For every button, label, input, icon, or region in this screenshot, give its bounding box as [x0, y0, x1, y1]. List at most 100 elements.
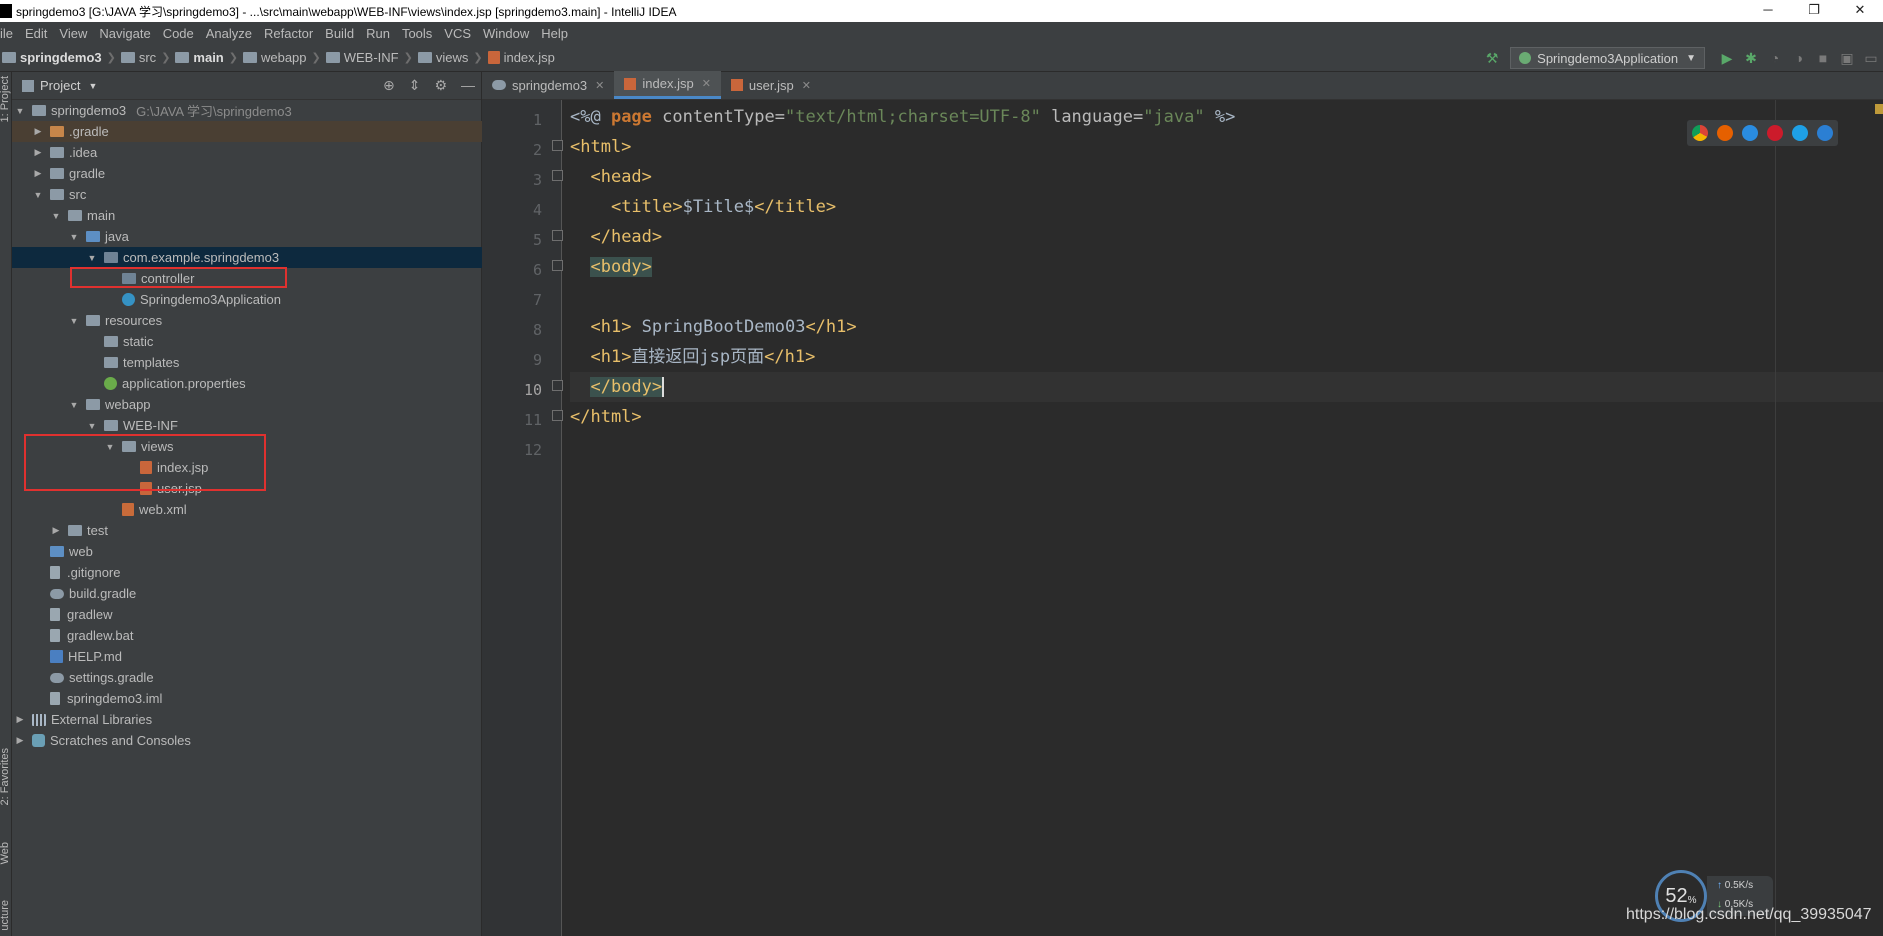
- menu-window[interactable]: Window: [477, 26, 535, 41]
- breadcrumb-index-jsp[interactable]: index.jsp: [504, 50, 555, 65]
- breadcrumb-main[interactable]: main: [193, 50, 223, 65]
- tree-item-resources[interactable]: ▼ resources: [12, 310, 482, 331]
- presentation-mode-icon[interactable]: ▭: [1859, 47, 1883, 69]
- tree-item-static[interactable]: static: [12, 331, 482, 352]
- breadcrumb-views[interactable]: views: [436, 50, 469, 65]
- chrome-icon[interactable]: [1692, 125, 1708, 141]
- collapse-all-icon[interactable]: ⇕: [409, 77, 421, 94]
- stop-icon[interactable]: ■: [1811, 47, 1835, 69]
- warning-stripe-marker[interactable]: [1875, 104, 1883, 114]
- fold-marker-icon[interactable]: [552, 140, 563, 151]
- firefox-icon[interactable]: [1717, 125, 1733, 141]
- fold-marker-icon[interactable]: [552, 170, 563, 181]
- tree-item-src[interactable]: ▼ src: [12, 184, 482, 205]
- fold-marker-icon[interactable]: [552, 410, 563, 421]
- menu-run[interactable]: Run: [360, 26, 396, 41]
- collapsed-arrow-icon[interactable]: ▶: [32, 126, 44, 137]
- fold-marker-icon[interactable]: [552, 380, 563, 391]
- hide-panel-icon[interactable]: —: [461, 77, 475, 94]
- menu-code[interactable]: Code: [157, 26, 200, 41]
- safari-icon[interactable]: [1742, 125, 1758, 141]
- menu-refactor[interactable]: Refactor: [258, 26, 319, 41]
- project-tool-tab[interactable]: 1: Project: [0, 76, 11, 122]
- expand-arrow-icon[interactable]: ▼: [32, 190, 44, 200]
- menu-vcs[interactable]: VCS: [438, 26, 477, 41]
- tree-item-main[interactable]: ▼ main: [12, 205, 482, 226]
- tree-item-build-gradle[interactable]: build.gradle: [12, 583, 482, 604]
- project-panel-title[interactable]: Project: [40, 78, 80, 93]
- close-icon[interactable]: ✕: [802, 79, 811, 92]
- menu-tools[interactable]: Tools: [396, 26, 438, 41]
- expand-arrow-icon[interactable]: ▼: [68, 400, 80, 410]
- tree-item-test[interactable]: ▶ test: [12, 520, 482, 541]
- tree-item-web-xml[interactable]: web.xml: [12, 499, 482, 520]
- minimize-button[interactable]: ─: [1745, 0, 1791, 22]
- tree-item-gitignore[interactable]: .gitignore: [12, 562, 482, 583]
- menu-analyze[interactable]: Analyze: [200, 26, 258, 41]
- expand-arrow-icon[interactable]: ▼: [68, 316, 80, 326]
- menu-build[interactable]: Build: [319, 26, 360, 41]
- tree-item-java[interactable]: ▼ java: [12, 226, 482, 247]
- profile-icon[interactable]: ◑: [1787, 47, 1811, 69]
- tab-index-jsp[interactable]: index.jsp ✕: [614, 71, 721, 99]
- collapsed-arrow-icon[interactable]: ▶: [32, 147, 44, 158]
- expand-arrow-icon[interactable]: ▼: [68, 232, 80, 242]
- expand-arrow-icon[interactable]: ▼: [86, 421, 98, 431]
- structure-tool-tab[interactable]: ucture: [0, 900, 11, 931]
- expand-arrow-icon[interactable]: ▼: [14, 106, 26, 116]
- tree-item-webapp[interactable]: ▼ webapp: [12, 394, 482, 415]
- collapsed-arrow-icon[interactable]: ▶: [14, 735, 26, 746]
- expand-arrow-icon[interactable]: ▼: [50, 211, 62, 221]
- tree-item-springdemo3application[interactable]: Springdemo3Application: [12, 289, 482, 310]
- debug-icon[interactable]: ✱: [1739, 47, 1763, 69]
- tree-item-gradle[interactable]: ▶ gradle: [12, 163, 482, 184]
- menu-help[interactable]: Help: [535, 26, 574, 41]
- breadcrumb-src[interactable]: src: [139, 50, 156, 65]
- menu-file[interactable]: ile: [0, 26, 19, 41]
- tree-item-idea[interactable]: ▶ .idea: [12, 142, 482, 163]
- run-configuration-selector[interactable]: Springdemo3Application ▼: [1510, 47, 1705, 69]
- collapsed-arrow-icon[interactable]: ▶: [14, 714, 26, 725]
- internet-explorer-icon[interactable]: [1792, 125, 1808, 141]
- tree-item-help-md[interactable]: HELP.md: [12, 646, 482, 667]
- edge-icon[interactable]: [1817, 125, 1833, 141]
- gear-icon[interactable]: ⚙: [434, 77, 447, 94]
- restore-button[interactable]: ❐: [1791, 0, 1837, 22]
- menu-view[interactable]: View: [53, 26, 93, 41]
- coverage-icon[interactable]: ◔: [1763, 47, 1787, 69]
- chevron-down-icon[interactable]: ▼: [88, 81, 97, 91]
- menu-navigate[interactable]: Navigate: [93, 26, 156, 41]
- tab-springdemo3[interactable]: springdemo3 ✕: [482, 71, 614, 99]
- expand-arrow-icon[interactable]: ▼: [86, 253, 98, 263]
- code-editor[interactable]: <%@ page contentType="text/html;charset=…: [570, 100, 1883, 936]
- tree-item-templates[interactable]: templates: [12, 352, 482, 373]
- breadcrumb-webapp[interactable]: webapp: [261, 50, 307, 65]
- close-icon[interactable]: ✕: [702, 77, 711, 90]
- favorites-tool-tab[interactable]: 2: Favorites: [0, 748, 11, 805]
- tree-item-dot-gradle[interactable]: ▶ .gradle: [12, 121, 482, 142]
- tree-item-springdemo3-iml[interactable]: springdemo3.iml: [12, 688, 482, 709]
- menu-edit[interactable]: Edit: [19, 26, 53, 41]
- tree-item-gradlew-bat[interactable]: gradlew.bat: [12, 625, 482, 646]
- tree-item-web[interactable]: web: [12, 541, 482, 562]
- run-icon[interactable]: ▶: [1715, 47, 1739, 69]
- tree-item-springdemo3[interactable]: ▼ springdemo3 G:\JAVA 学习\springdemo3: [12, 100, 482, 121]
- fold-marker-icon[interactable]: [552, 260, 563, 271]
- project-structure-icon[interactable]: ▣: [1835, 47, 1859, 69]
- collapsed-arrow-icon[interactable]: ▶: [32, 168, 44, 179]
- locate-file-icon[interactable]: ⊕: [383, 77, 395, 94]
- tree-item-application-properties[interactable]: application.properties: [12, 373, 482, 394]
- close-button[interactable]: ✕: [1837, 0, 1883, 22]
- web-tool-tab[interactable]: Web: [0, 842, 11, 864]
- breadcrumb-web-inf[interactable]: WEB-INF: [344, 50, 399, 65]
- tree-item-web-inf[interactable]: ▼ WEB-INF: [12, 415, 482, 436]
- tab-user-jsp[interactable]: user.jsp ✕: [721, 71, 821, 99]
- tree-item-settings-gradle[interactable]: settings.gradle: [12, 667, 482, 688]
- build-hammer-icon[interactable]: ⚒: [1480, 47, 1504, 69]
- breadcrumb-project[interactable]: springdemo3: [20, 50, 102, 65]
- opera-icon[interactable]: [1767, 125, 1783, 141]
- tree-item-scratches[interactable]: ▶ Scratches and Consoles: [12, 730, 482, 751]
- collapsed-arrow-icon[interactable]: ▶: [50, 525, 62, 536]
- tree-item-external-libraries[interactable]: ▶ External Libraries: [12, 709, 482, 730]
- close-icon[interactable]: ✕: [595, 79, 604, 92]
